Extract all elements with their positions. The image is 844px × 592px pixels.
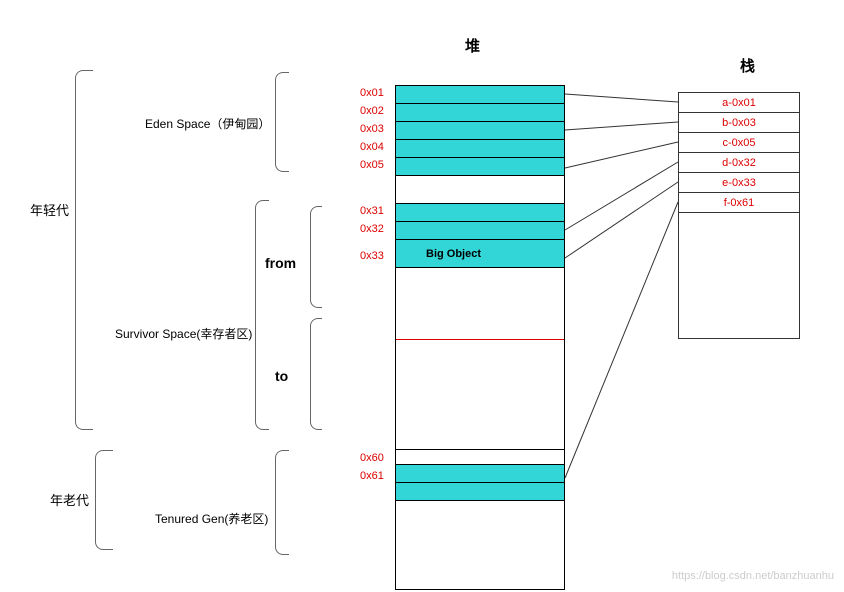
- stack-cell-c: c-0x05: [679, 133, 799, 153]
- brace-survivor: [255, 200, 269, 430]
- brace-to: [310, 318, 322, 430]
- addr-0x04: 0x04: [360, 141, 384, 153]
- watermark: https://blog.csdn.net/banzhuanhu: [672, 570, 834, 582]
- heap-cell-0x60: [396, 465, 564, 483]
- stack-box: a-0x01 b-0x03 c-0x05 d-0x32 e-0x33 f-0x6…: [678, 92, 800, 339]
- old-gen-label: 年老代: [50, 490, 89, 509]
- addr-0x02: 0x02: [360, 105, 384, 117]
- heap-gap-1: [396, 176, 564, 204]
- addr-0x33: 0x33: [360, 250, 384, 262]
- stack-cell-e: e-0x33: [679, 173, 799, 193]
- heap-cell-0x01: [396, 86, 564, 104]
- heap-cell-0x04: [396, 140, 564, 158]
- heap-cell-0x03: [396, 122, 564, 140]
- heap-tenured-gap: [396, 450, 564, 465]
- to-label: to: [275, 368, 288, 384]
- heap-from-empty: [396, 268, 564, 340]
- stack-empty: [679, 213, 799, 338]
- brace-tenured: [275, 450, 289, 555]
- heap-title: 堆: [465, 35, 480, 56]
- brace-from: [310, 206, 322, 308]
- heap-cell-0x31: [396, 204, 564, 222]
- heap-box: Big Object: [395, 85, 565, 590]
- addr-0x61: 0x61: [360, 470, 384, 482]
- addr-0x60: 0x60: [360, 452, 384, 464]
- stack-cell-f: f-0x61: [679, 193, 799, 213]
- stack-title: 栈: [740, 55, 755, 76]
- brace-old-gen: [95, 450, 113, 550]
- heap-cell-0x61: [396, 483, 564, 501]
- from-label: from: [265, 255, 296, 271]
- heap-cell-0x33: Big Object: [396, 240, 564, 268]
- heap-cell-0x05: [396, 158, 564, 176]
- brace-young-gen: [75, 70, 93, 430]
- survivor-space-label: Survivor Space(幸存者区): [115, 325, 252, 342]
- stack-cell-b: b-0x03: [679, 113, 799, 133]
- addr-0x05: 0x05: [360, 159, 384, 171]
- heap-to-empty: [396, 340, 564, 450]
- stack-cell-d: d-0x32: [679, 153, 799, 173]
- tenured-gen-label: Tenured Gen(养老区): [155, 510, 268, 527]
- heap-cell-0x02: [396, 104, 564, 122]
- addr-0x03: 0x03: [360, 123, 384, 135]
- heap-tenured-empty: [396, 501, 564, 589]
- addr-0x31: 0x31: [360, 205, 384, 217]
- addr-0x32: 0x32: [360, 223, 384, 235]
- addr-0x01: 0x01: [360, 87, 384, 99]
- young-gen-label: 年轻代: [30, 200, 69, 219]
- eden-space-label: Eden Space（伊甸园）: [145, 115, 270, 132]
- heap-cell-0x32: [396, 222, 564, 240]
- stack-cell-a: a-0x01: [679, 93, 799, 113]
- brace-eden: [275, 72, 289, 172]
